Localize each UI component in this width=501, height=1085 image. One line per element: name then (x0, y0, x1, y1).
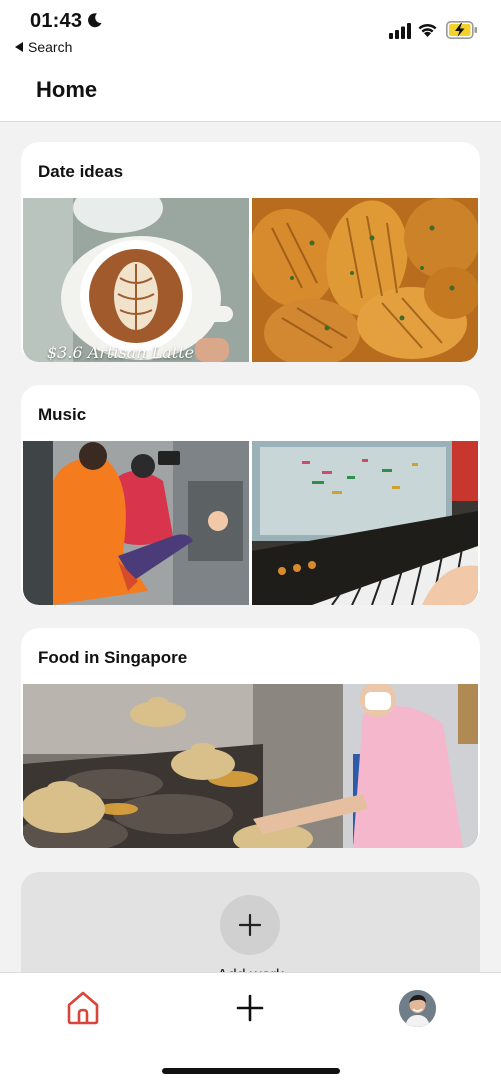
bottom-nav (0, 972, 501, 1085)
collection-card-food-singapore[interactable]: Food in Singapore (21, 628, 480, 848)
back-arrow-icon (15, 42, 23, 52)
photo-latte[interactable]: $3.6 Artisan Latte (23, 198, 249, 362)
back-label: Search (28, 39, 73, 55)
collection-card-music[interactable]: Music (21, 385, 480, 605)
back-to-search[interactable]: Search (15, 39, 72, 55)
plus-icon (239, 914, 261, 936)
home-icon[interactable] (66, 990, 100, 1026)
moon-icon (88, 13, 102, 28)
add-icon[interactable] (236, 994, 264, 1022)
top-bar: 01:43 Search Home (0, 0, 501, 122)
battery-icon (446, 21, 477, 39)
page-title: Home (36, 77, 98, 102)
add-work-button[interactable] (220, 895, 280, 955)
photo-potatoes[interactable] (252, 198, 478, 362)
photo-filming[interactable] (23, 441, 249, 605)
photo-caption: $3.6 Artisan Latte (47, 343, 195, 362)
collection-title: Music (38, 405, 87, 424)
status-time: 01:43 (30, 10, 83, 32)
profile-avatar[interactable] (399, 990, 436, 1027)
photo-claypot[interactable] (23, 684, 478, 848)
photo-keyboard[interactable] (252, 441, 478, 605)
wifi-icon (418, 23, 437, 37)
collection-title: Date ideas (38, 162, 124, 181)
collection-title: Food in Singapore (38, 648, 188, 667)
home-indicator (162, 1068, 340, 1074)
collection-card-date-ideas[interactable]: Date ideas $3.6 Artisan Latte (21, 142, 480, 362)
signal-icon (389, 23, 411, 39)
